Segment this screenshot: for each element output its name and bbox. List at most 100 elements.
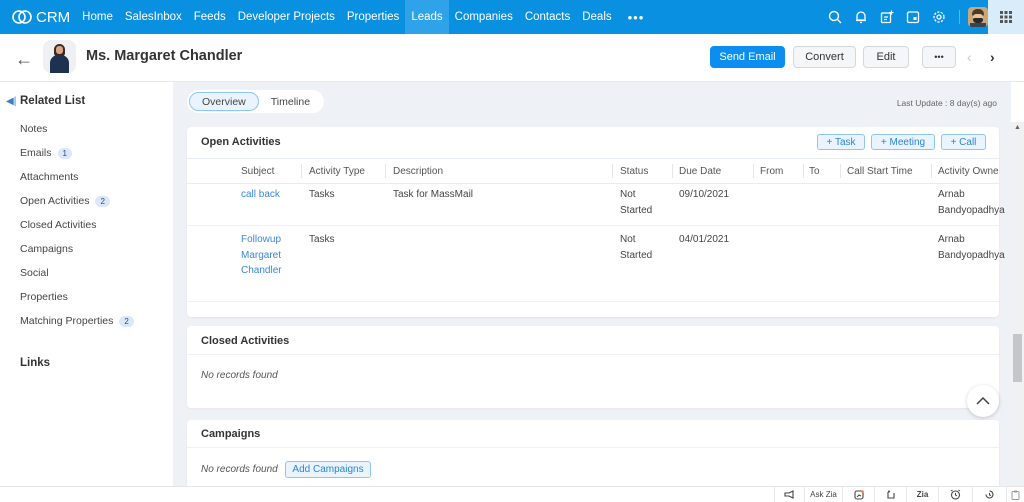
- crm-logo[interactable]: CRM: [12, 9, 70, 26]
- sidebar-item-label: Open Activities: [20, 195, 90, 207]
- column-activity-owner[interactable]: Activity Owne: [938, 166, 999, 177]
- nav-developer-projects[interactable]: Developer Projects: [232, 0, 341, 34]
- edit-button[interactable]: Edit: [863, 46, 909, 68]
- owner-cell: Arnab Bandyopadhya: [938, 189, 1005, 216]
- count-badge: 2: [119, 315, 134, 327]
- search-icon[interactable]: [823, 0, 847, 34]
- nav-properties[interactable]: Properties: [341, 0, 405, 34]
- gear-icon[interactable]: [927, 0, 951, 34]
- closed-activities-card: Closed Activities No records found: [187, 326, 999, 408]
- nav-contacts[interactable]: Contacts: [519, 0, 576, 34]
- activity-type-cell: Tasks: [309, 234, 335, 245]
- column-divider[interactable]: [672, 164, 673, 178]
- column-call-start-time[interactable]: Call Start Time: [847, 166, 913, 177]
- column-description[interactable]: Description: [393, 166, 443, 177]
- next-record-icon[interactable]: ›: [990, 49, 995, 65]
- sidebar-item-closed-activities[interactable]: Closed Activities: [20, 219, 96, 231]
- zia-icon[interactable]: Zia: [906, 487, 938, 502]
- owner-cell: Arnab Bandyopadhya: [938, 234, 1005, 261]
- scrollbar-thumb[interactable]: [1013, 334, 1022, 382]
- collapse-sidebar-icon[interactable]: ◀|: [6, 96, 16, 107]
- subject-link[interactable]: Followup Margaret Chandler: [241, 232, 282, 279]
- column-divider[interactable]: [301, 164, 302, 178]
- add-meeting-button[interactable]: + Meeting: [871, 134, 935, 150]
- sidebar-item-label: Social: [20, 267, 49, 279]
- status-cell: Not Started: [620, 234, 653, 261]
- chart-note-icon[interactable]: [842, 487, 874, 502]
- divider: [187, 354, 999, 355]
- column-divider[interactable]: [385, 164, 386, 178]
- add-task-button[interactable]: + Task: [817, 134, 865, 150]
- column-divider[interactable]: [931, 164, 932, 178]
- nav-leads[interactable]: Leads: [405, 0, 449, 34]
- open-activities-card: Open Activities + Task + Meeting + Call …: [187, 127, 1005, 317]
- column-from[interactable]: From: [760, 166, 783, 177]
- history-icon[interactable]: [972, 487, 1006, 502]
- column-to[interactable]: To: [809, 166, 820, 177]
- nav-home[interactable]: Home: [76, 0, 119, 34]
- back-arrow-icon[interactable]: ←: [15, 49, 33, 70]
- previous-record-icon[interactable]: ‹: [967, 49, 972, 65]
- column-divider[interactable]: [612, 164, 613, 178]
- sidebar-item-attachments[interactable]: Attachments: [20, 171, 78, 183]
- sidebar-item-emails[interactable]: Emails 1: [20, 147, 72, 159]
- send-email-button[interactable]: Send Email: [710, 46, 785, 68]
- nav-companies[interactable]: Companies: [449, 0, 519, 34]
- user-avatar[interactable]: [968, 7, 988, 27]
- related-list-sidebar: ◀| Related List Notes Emails 1 Attachment…: [0, 82, 173, 501]
- nav-feeds[interactable]: Feeds: [188, 0, 232, 34]
- sidebar-item-matching-properties[interactable]: Matching Properties 2: [20, 315, 134, 327]
- signal-icon[interactable]: [874, 487, 906, 502]
- count-badge: 1: [57, 147, 72, 159]
- sidebar-item-label: Emails: [20, 147, 52, 159]
- sidebar-item-social[interactable]: Social: [20, 267, 49, 279]
- add-campaigns-button[interactable]: Add Campaigns: [285, 461, 371, 478]
- calendar-icon[interactable]: [901, 0, 925, 34]
- divider: [187, 447, 999, 448]
- ask-zia-button[interactable]: Ask Zia: [804, 487, 842, 502]
- links-heading: Links: [20, 357, 51, 369]
- row-divider: [187, 225, 999, 226]
- more-actions-button[interactable]: •••: [922, 46, 956, 68]
- closed-activities-title: Closed Activities: [201, 335, 290, 347]
- sidebar-item-campaigns[interactable]: Campaigns: [20, 243, 73, 255]
- column-activity-type[interactable]: Activity Type: [309, 166, 365, 177]
- clipboard-icon[interactable]: [1006, 487, 1024, 502]
- scroll-up-arrow-icon[interactable]: ▲: [1014, 124, 1021, 131]
- sidebar-item-label: Closed Activities: [20, 219, 97, 231]
- record-avatar[interactable]: [43, 40, 76, 73]
- column-divider[interactable]: [840, 164, 841, 178]
- column-status[interactable]: Status: [620, 166, 648, 177]
- activity-type-cell: Tasks: [309, 189, 335, 200]
- sidebar-item-notes[interactable]: Notes: [20, 123, 47, 135]
- record-name: Ms. Margaret Chandler: [86, 48, 243, 64]
- column-subject[interactable]: Subject: [241, 166, 274, 177]
- sidebar-item-open-activities[interactable]: Open Activities 2: [20, 195, 110, 207]
- chevron-up-icon: [976, 396, 990, 405]
- empty-state-text: No records found: [201, 370, 278, 381]
- nav-salesinbox[interactable]: SalesInbox: [119, 0, 188, 34]
- column-divider[interactable]: [803, 164, 804, 178]
- convert-button[interactable]: Convert: [793, 46, 856, 68]
- scroll-to-top-button[interactable]: [967, 385, 999, 417]
- last-update-text: Last Update : 8 day(s) ago: [896, 98, 997, 108]
- megaphone-icon[interactable]: [774, 487, 804, 502]
- nav-deals[interactable]: Deals: [576, 0, 617, 34]
- alarm-clock-icon[interactable]: [938, 487, 972, 502]
- subject-link[interactable]: call back: [241, 187, 280, 203]
- sidebar-item-properties[interactable]: Properties: [20, 291, 68, 303]
- tab-overview[interactable]: Overview: [189, 92, 259, 111]
- bottom-toolbar: Ask Zia Zia: [0, 486, 1024, 502]
- add-note-icon[interactable]: [875, 0, 899, 34]
- add-call-button[interactable]: + Call: [941, 134, 986, 150]
- tab-timeline[interactable]: Timeline: [259, 92, 322, 111]
- column-divider[interactable]: [753, 164, 754, 178]
- sidebar-item-label: Attachments: [20, 171, 79, 183]
- page-scrollbar[interactable]: ▲: [1011, 122, 1024, 486]
- column-due-date[interactable]: Due Date: [679, 166, 721, 177]
- bell-icon[interactable]: [849, 0, 873, 34]
- app-grid-icon[interactable]: [988, 0, 1024, 34]
- description-cell: Task for MassMail: [393, 189, 474, 200]
- row-divider: [187, 301, 999, 302]
- nav-more-button[interactable]: •••: [618, 0, 655, 34]
